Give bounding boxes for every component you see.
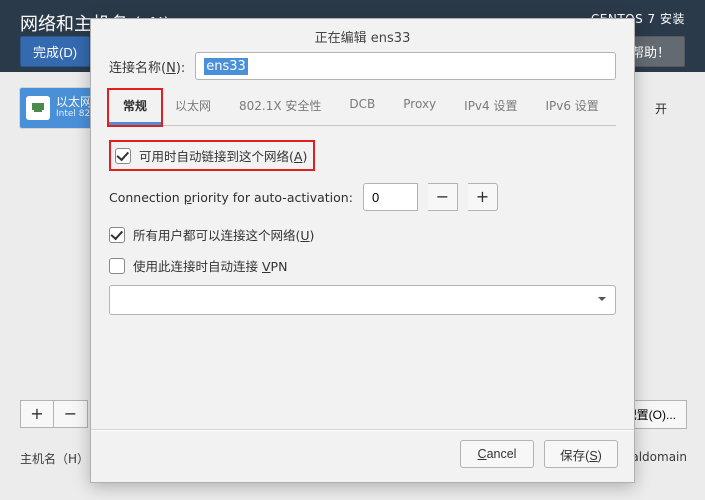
hostname-label: 主机名（H）: [20, 450, 93, 467]
vpn-checkbox[interactable] [109, 258, 125, 274]
edit-connection-dialog: 正在编辑 ens33 连接名称(N): ens33 常规 以太网 802.1X … [90, 18, 635, 483]
tab-general[interactable]: 常规 [109, 90, 161, 125]
tab-ethernet[interactable]: 以太网 [161, 90, 225, 125]
nic-toggle-label: 开 [655, 100, 667, 117]
priority-decrease-button[interactable]: − [428, 183, 458, 211]
connection-name-value: ens33 [204, 58, 248, 75]
done-button[interactable]: 完成(D) [20, 36, 90, 67]
tab-8021x[interactable]: 802.1X 安全性 [225, 90, 335, 125]
priority-input[interactable] [363, 183, 418, 211]
priority-label: Connection priority for auto-activation: [109, 190, 353, 205]
add-nic-button[interactable]: + [20, 400, 54, 428]
nic-subtitle: Intel 82 [56, 110, 92, 120]
nic-title: 以太网 [56, 96, 92, 109]
tab-proxy[interactable]: Proxy [389, 90, 450, 125]
tab-ipv4[interactable]: IPv4 设置 [450, 90, 531, 125]
connection-name-input[interactable]: ens33 [195, 52, 616, 80]
auto-connect-label: 可用时自动链接到这个网络(A) [139, 146, 307, 165]
remove-nic-button[interactable]: − [54, 400, 88, 428]
connection-name-label: 连接名称(N): [109, 57, 185, 76]
tab-dcb[interactable]: DCB [335, 90, 389, 125]
tab-bar: 常规 以太网 802.1X 安全性 DCB Proxy IPv4 设置 IPv6… [109, 90, 616, 126]
all-users-checkbox[interactable] [109, 227, 125, 243]
nic-card[interactable]: 以太网 Intel 82 [20, 88, 100, 128]
ethernet-icon [26, 96, 50, 120]
vpn-label: 使用此连接时自动连接 VPN [133, 256, 287, 275]
tab-ipv6[interactable]: IPv6 设置 [531, 90, 612, 125]
dialog-title: 正在编辑 ens33 [91, 19, 634, 52]
cancel-button[interactable]: Cancel [460, 440, 534, 468]
auto-connect-highlight: 可用时自动链接到这个网络(A) [109, 140, 315, 171]
priority-increase-button[interactable]: + [468, 183, 498, 211]
all-users-label: 所有用户都可以连接这个网络(U) [133, 225, 314, 244]
vpn-combo[interactable] [109, 285, 616, 315]
save-button[interactable]: 保存(S) [544, 440, 618, 468]
auto-connect-checkbox[interactable] [115, 148, 131, 164]
chevron-down-icon [597, 293, 607, 308]
